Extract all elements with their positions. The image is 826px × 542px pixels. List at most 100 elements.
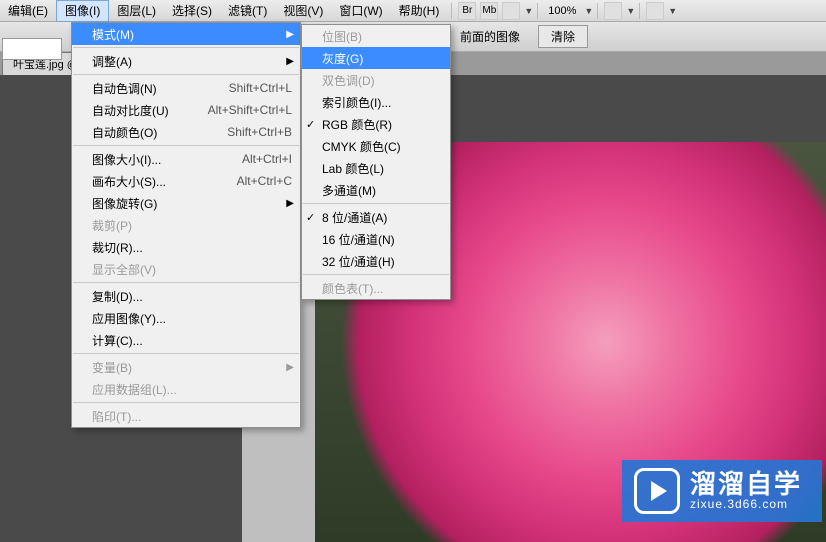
menu-item-label: 应用数据组(L)...	[92, 381, 292, 398]
main-menubar: 编辑(E) 图像(I) 图层(L) 选择(S) 滤镜(T) 视图(V) 窗口(W…	[0, 0, 826, 22]
menu-item[interactable]: 自动颜色(O) Shift+Ctrl+B	[72, 121, 300, 143]
menu-separator	[73, 402, 299, 403]
menu-item[interactable]: ✓RGB 颜色(R)	[302, 113, 450, 135]
watermark-title: 溜溜自学	[690, 471, 802, 497]
menu-item-label: 32 位/通道(H)	[322, 253, 442, 270]
menu-item-label: 图像旋转(G)	[92, 195, 292, 212]
image-menu-dropdown: 模式(M)▶调整(A)▶自动色调(N)Shift+Ctrl+L自动对比度(U)A…	[71, 22, 301, 428]
menu-shortcut: Shift+Ctrl+B	[227, 125, 292, 139]
menu-item-label: 索引颜色(I)...	[322, 94, 442, 111]
menubar-sep	[597, 3, 598, 19]
menu-window[interactable]: 窗口(W)	[331, 0, 390, 22]
menu-item-label: 颜色表(T)...	[322, 280, 442, 297]
menu-item[interactable]: ✓ 8 位/通道(A)	[302, 206, 450, 228]
menu-filter[interactable]: 滤镜(T)	[220, 0, 275, 22]
bridge-icon[interactable]: Br	[458, 2, 476, 20]
menu-item: 裁剪(P)	[72, 214, 300, 236]
menu-item-label: 裁剪(P)	[92, 217, 292, 234]
menu-item-label: 调整(A)	[92, 53, 292, 70]
menu-view[interactable]: 视图(V)	[275, 0, 331, 22]
menu-item[interactable]: 图像大小(I)... Alt+Ctrl+I	[72, 148, 300, 170]
menu-item-label: 双色调(D)	[322, 72, 442, 89]
menu-item[interactable]: 自动对比度(U) Alt+Shift+Ctrl+L	[72, 99, 300, 121]
menu-item[interactable]: 调整(A)▶	[72, 50, 300, 72]
menu-item-label: 画布大小(S)...	[92, 173, 213, 190]
submenu-arrow-icon: ▶	[286, 198, 294, 209]
menubar-sep	[451, 3, 452, 19]
menubar-sep	[639, 3, 640, 19]
arrange-icon[interactable]	[646, 2, 664, 20]
check-icon: ✓	[306, 211, 315, 224]
menu-item[interactable]: Lab 颜色(L)	[302, 157, 450, 179]
screenmode-icon[interactable]	[502, 2, 520, 20]
menu-item-label: 自动对比度(U)	[92, 102, 184, 119]
menu-shortcut: Alt+Ctrl+I	[242, 152, 292, 166]
menu-item: 双色调(D)	[302, 69, 450, 91]
menu-item-label: 应用图像(Y)...	[92, 310, 292, 327]
menu-item-label: 变量(B)	[92, 359, 292, 376]
menu-item[interactable]: 图像旋转(G)▶	[72, 192, 300, 214]
menu-item[interactable]: 复制(D)...	[72, 285, 300, 307]
watermark-badge: 溜溜自学 zixue.3d66.com	[622, 460, 822, 522]
menu-item-label: 复制(D)...	[92, 288, 292, 305]
clear-button[interactable]: 清除	[538, 25, 588, 48]
menu-item-label: 灰度(G)	[322, 50, 442, 67]
menu-item[interactable]: 16 位/通道(N)	[302, 228, 450, 250]
menu-item: 变量(B)▶	[72, 356, 300, 378]
menu-item[interactable]: 灰度(G)	[302, 47, 450, 69]
menu-item[interactable]: 计算(C)...	[72, 329, 300, 351]
menu-item-label: 陷印(T)...	[92, 408, 292, 425]
source-image-label: 前面的图像	[460, 28, 520, 45]
chevron-down-icon: ▼	[524, 6, 533, 16]
option-input[interactable]	[2, 38, 62, 60]
menu-item-label: 模式(M)	[92, 26, 292, 43]
submenu-arrow-icon: ▶	[286, 56, 294, 67]
menu-layer[interactable]: 图层(L)	[109, 0, 164, 22]
menu-item-label: 计算(C)...	[92, 332, 292, 349]
menu-separator	[303, 274, 449, 275]
mode-submenu-dropdown: 位图(B)灰度(G)双色调(D)索引颜色(I)...✓RGB 颜色(R)CMYK…	[301, 24, 451, 300]
menu-shortcut: Alt+Shift+Ctrl+L	[208, 103, 292, 117]
menu-item[interactable]: 应用图像(Y)...	[72, 307, 300, 329]
menu-item-label: 16 位/通道(N)	[322, 231, 442, 248]
menubar-sep	[537, 3, 538, 19]
menu-item[interactable]: 索引颜色(I)...	[302, 91, 450, 113]
menu-edit[interactable]: 编辑(E)	[0, 0, 56, 22]
menu-select[interactable]: 选择(S)	[164, 0, 220, 22]
play-icon	[634, 468, 680, 514]
menu-item-label: 8 位/通道(A)	[322, 209, 442, 226]
menu-item[interactable]: 裁切(R)...	[72, 236, 300, 258]
menu-item: 显示全部(V)	[72, 258, 300, 280]
submenu-arrow-icon: ▶	[286, 29, 294, 40]
menu-item-label: 图像大小(I)...	[92, 151, 218, 168]
menu-help[interactable]: 帮助(H)	[391, 0, 448, 22]
menu-item[interactable]: 多通道(M)	[302, 179, 450, 201]
menu-item-label: 位图(B)	[322, 28, 442, 45]
menu-item[interactable]: 自动色调(N) Shift+Ctrl+L	[72, 77, 300, 99]
menu-item: 颜色表(T)...	[302, 277, 450, 299]
watermark-subtitle: zixue.3d66.com	[690, 497, 802, 511]
menu-separator	[73, 145, 299, 146]
menu-image[interactable]: 图像(I)	[56, 0, 109, 22]
menu-item[interactable]: 32 位/通道(H)	[302, 250, 450, 272]
submenu-arrow-icon: ▶	[286, 362, 294, 373]
menu-separator	[73, 47, 299, 48]
menu-separator	[73, 74, 299, 75]
menu-item[interactable]: CMYK 颜色(C)	[302, 135, 450, 157]
menu-item-label: 自动色调(N)	[92, 80, 205, 97]
menu-item-label: 自动颜色(O)	[92, 124, 203, 141]
chevron-down-icon: ▼	[626, 6, 635, 16]
chevron-down-icon: ▼	[584, 6, 593, 16]
menu-shortcut: Shift+Ctrl+L	[229, 81, 292, 95]
chevron-down-icon: ▼	[668, 6, 677, 16]
hand-icon[interactable]	[604, 2, 622, 20]
menu-shortcut: Alt+Ctrl+C	[237, 174, 292, 188]
menu-item-label: 多通道(M)	[322, 182, 442, 199]
minibridge-icon[interactable]: Mb	[480, 2, 498, 20]
menu-item-label: RGB 颜色(R)	[322, 116, 442, 133]
menu-item[interactable]: 画布大小(S)... Alt+Ctrl+C	[72, 170, 300, 192]
zoom-level[interactable]: 100%	[548, 5, 576, 17]
menu-item-label: CMYK 颜色(C)	[322, 138, 442, 155]
menu-item-label: Lab 颜色(L)	[322, 160, 442, 177]
menu-item[interactable]: 模式(M)▶	[72, 23, 300, 45]
